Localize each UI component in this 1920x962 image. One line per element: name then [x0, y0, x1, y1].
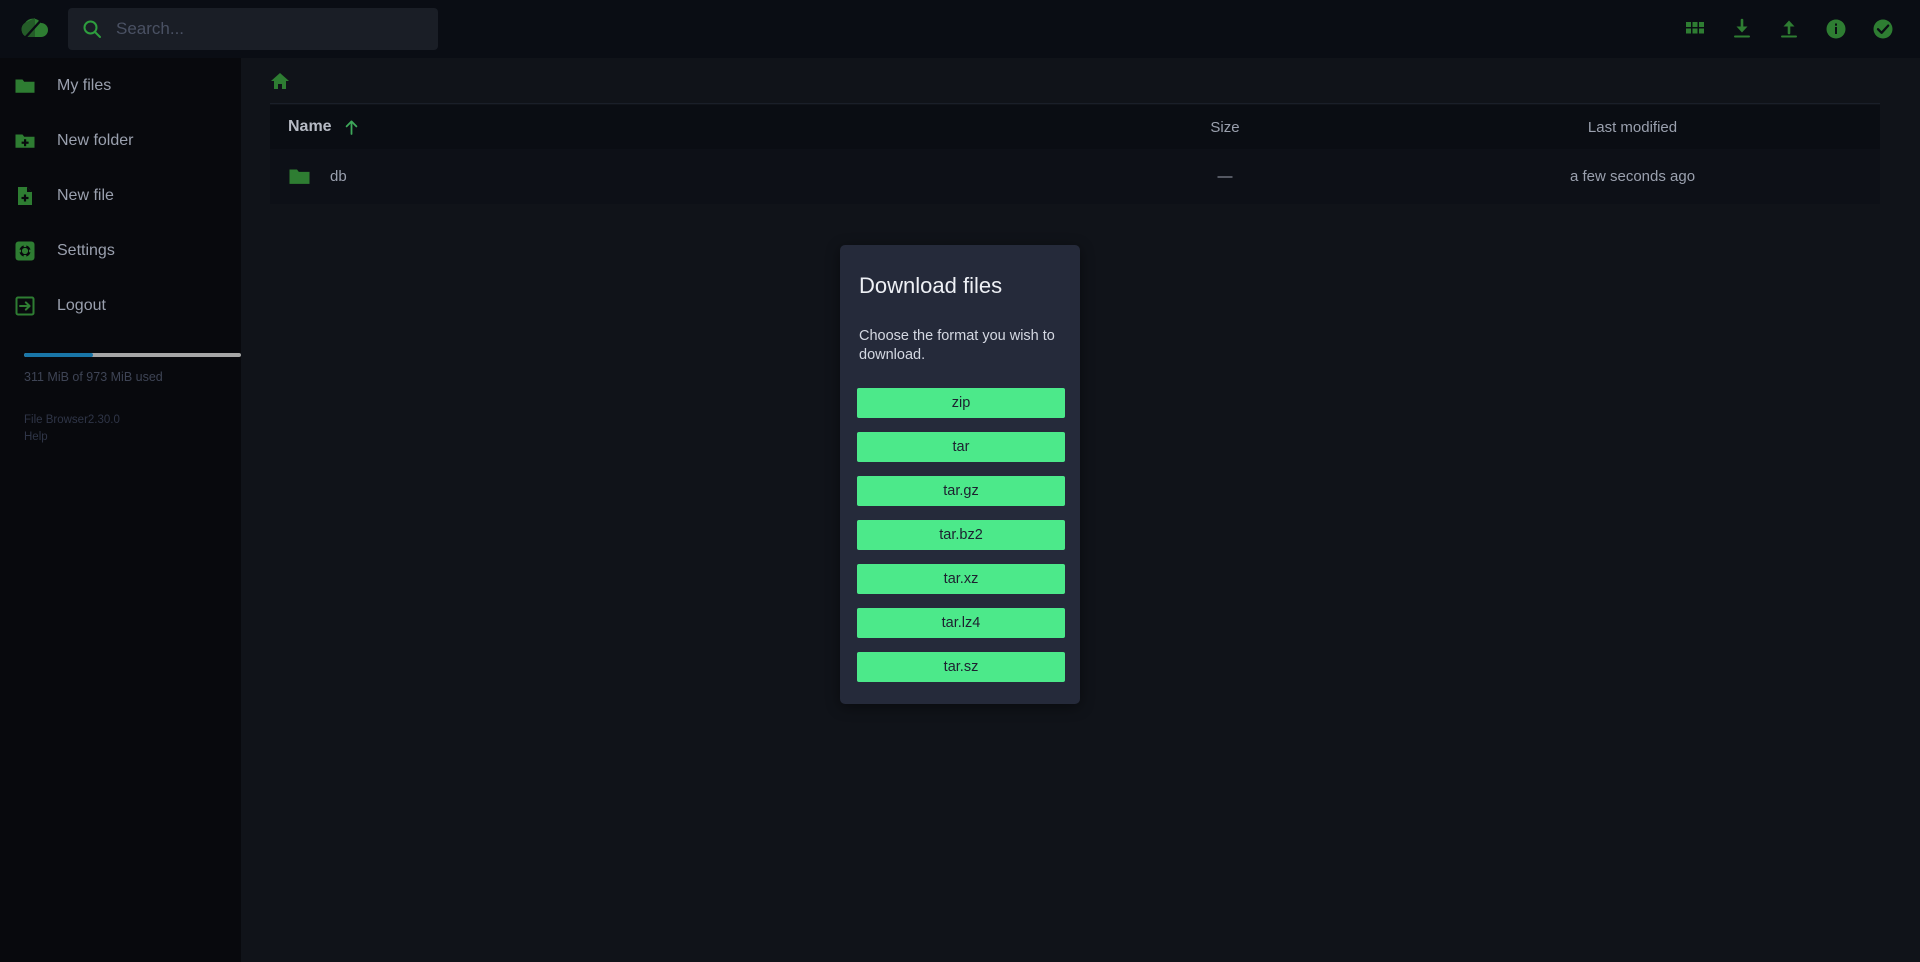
search-bar[interactable]: [68, 8, 438, 50]
sidebar-item-new-folder[interactable]: New folder: [0, 119, 241, 162]
table-row[interactable]: db — a few seconds ago: [270, 149, 1880, 204]
grid-view-icon[interactable]: [1684, 18, 1706, 40]
file-listing: Name Size Last modified db — a few secon…: [270, 105, 1880, 204]
gear-icon: [14, 240, 36, 262]
storage-usage: 311 MiB of 973 MiB used: [0, 327, 241, 384]
storage-usage-text: 311 MiB of 973 MiB used: [24, 370, 163, 384]
sidebar: My files New folder New file Settings Lo…: [0, 58, 241, 962]
format-button-tar-gz[interactable]: tar.gz: [857, 475, 1065, 506]
sidebar-credits: File Browser2.30.0 Help: [0, 384, 241, 445]
app-version-line: File Browser2.30.0: [24, 412, 217, 429]
download-files-dialog: Download files Choose the format you wis…: [840, 245, 1080, 704]
format-button-tar[interactable]: tar: [857, 431, 1065, 462]
file-name-label: db: [330, 168, 347, 185]
search-icon: [82, 19, 102, 39]
info-circle-icon[interactable]: [1825, 18, 1847, 40]
check-circle-icon[interactable]: [1872, 18, 1894, 40]
sidebar-item-label: Logout: [57, 296, 106, 314]
format-button-tar-bz2[interactable]: tar.bz2: [857, 519, 1065, 550]
sidebar-item-settings[interactable]: Settings: [0, 229, 241, 272]
column-header-size[interactable]: Size: [1045, 119, 1405, 136]
top-header-bar: [0, 0, 1920, 58]
app-logo[interactable]: [0, 0, 68, 58]
header-actions: [1684, 18, 1920, 40]
app-version-label: 2.30.0: [87, 414, 120, 426]
format-button-tar-sz[interactable]: tar.sz: [857, 651, 1065, 682]
column-header-name[interactable]: Name: [270, 118, 1045, 136]
help-link[interactable]: Help: [24, 429, 217, 446]
format-button-tar-lz4[interactable]: tar.lz4: [857, 607, 1065, 638]
sidebar-item-label: Settings: [57, 241, 115, 259]
main-content: Name Size Last modified db — a few secon…: [241, 58, 1920, 962]
folder-icon: [288, 165, 311, 188]
file-row-name-cell: db: [270, 165, 1045, 188]
sidebar-item-my-files[interactable]: My files: [0, 64, 241, 107]
sidebar-item-new-file[interactable]: New file: [0, 174, 241, 217]
file-plus-icon: [14, 185, 36, 207]
home-icon[interactable]: [270, 71, 290, 91]
sidebar-item-label: New file: [57, 186, 114, 204]
upload-icon[interactable]: [1778, 18, 1800, 40]
logout-icon: [14, 295, 36, 317]
file-list-header: Name Size Last modified: [270, 105, 1880, 149]
search-input[interactable]: [116, 19, 416, 39]
storage-progress-fill: [24, 353, 94, 357]
column-header-name-label: Name: [288, 118, 332, 135]
column-header-modified[interactable]: Last modified: [1405, 119, 1860, 136]
filebrowser-logo-icon: [21, 16, 48, 40]
dialog-description: Choose the format you wish to download.: [859, 328, 1055, 364]
format-button-zip[interactable]: zip: [857, 387, 1065, 418]
sidebar-item-logout[interactable]: Logout: [0, 284, 241, 327]
sidebar-item-label: My files: [57, 76, 112, 94]
file-modified-label: a few seconds ago: [1569, 168, 1696, 185]
dialog-title: Download files: [859, 273, 1003, 298]
folder-plus-icon: [14, 130, 36, 152]
file-size-label: —: [1217, 168, 1233, 185]
format-button-tar-xz[interactable]: tar.xz: [857, 563, 1065, 594]
sidebar-item-label: New folder: [57, 131, 134, 149]
storage-progress-track: [24, 353, 241, 357]
arrow-up-icon[interactable]: [343, 119, 360, 136]
breadcrumb: [270, 58, 1880, 104]
folder-icon: [14, 75, 36, 97]
app-name-label: File Browser: [24, 414, 88, 426]
download-icon[interactable]: [1731, 18, 1753, 40]
